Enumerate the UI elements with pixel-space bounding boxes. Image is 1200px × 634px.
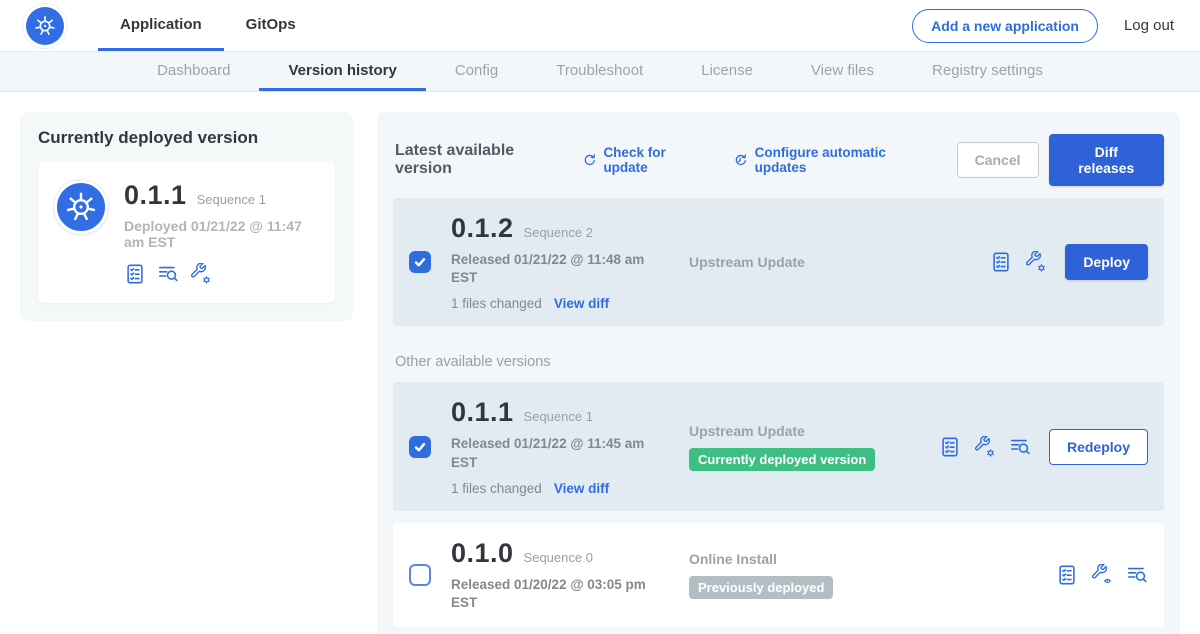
diff-releases-button[interactable]: Diff releases [1049, 134, 1164, 186]
available-versions-panel: Latest available version Check for updat… [377, 112, 1180, 634]
currently-deployed-panel: Currently deployed version 0.1.1 Sequenc… [20, 112, 353, 321]
version-row-0-1-2: 0.1.2 Sequence 2 Released 01/21/22 @ 11:… [393, 198, 1164, 326]
view-logs-magnifier-icon[interactable] [1126, 564, 1148, 586]
config-wrench-gear-icon[interactable] [1025, 251, 1047, 273]
subnav-config[interactable]: Config [426, 52, 527, 91]
view-diff-link[interactable]: View diff [554, 481, 609, 496]
clock-refresh-icon [732, 152, 748, 169]
deployed-version-card: 0.1.1 Sequence 1 Deployed 01/21/22 @ 11:… [38, 162, 335, 303]
currently-deployed-heading: Currently deployed version [38, 128, 335, 148]
version-checkbox[interactable] [409, 436, 431, 458]
preflight-checklist-icon[interactable] [939, 436, 961, 458]
version-checkbox[interactable] [409, 564, 431, 586]
refresh-circle-icon [581, 152, 597, 169]
deployed-sequence-label: Sequence 1 [197, 192, 266, 207]
version-row-0-1-1: 0.1.1 Sequence 1 Released 01/21/22 @ 11:… [393, 382, 1164, 510]
app-logo[interactable] [26, 0, 64, 51]
add-new-application-button[interactable]: Add a new application [912, 9, 1098, 43]
released-timestamp: Released 01/20/22 @ 03:05 pm EST [451, 576, 647, 612]
version-checkbox[interactable] [409, 251, 431, 273]
previously-deployed-badge: Previously deployed [689, 576, 833, 599]
deployed-version-number: 0.1.1 [124, 180, 187, 211]
subnav-registry-settings[interactable]: Registry settings [903, 52, 1072, 91]
topnav-tabs: Application GitOps [98, 0, 318, 51]
deploy-button[interactable]: Deploy [1065, 244, 1148, 280]
version-history-page: Currently deployed version 0.1.1 Sequenc… [0, 92, 1200, 634]
top-nav: Application GitOps Add a new application… [0, 0, 1200, 51]
subnav-license[interactable]: License [672, 52, 782, 91]
tab-gitops[interactable]: GitOps [224, 0, 318, 51]
preflight-checklist-icon[interactable] [124, 263, 146, 285]
logout-link[interactable]: Log out [1124, 17, 1174, 34]
version-number: 0.1.1 [451, 397, 514, 428]
version-source-label: Upstream Update [689, 423, 939, 439]
version-source-label: Upstream Update [689, 254, 939, 270]
cancel-button[interactable]: Cancel [957, 142, 1039, 178]
kubernetes-app-icon [54, 180, 108, 234]
subnav-view-files[interactable]: View files [782, 52, 903, 91]
version-number: 0.1.2 [451, 213, 514, 244]
other-available-versions-heading: Other available versions [395, 354, 1162, 370]
subnav-dashboard[interactable]: Dashboard [128, 52, 259, 91]
version-source-label: Online Install [689, 551, 939, 567]
config-wrench-gear-icon[interactable] [974, 436, 996, 458]
check-for-update-link[interactable]: Check for update [581, 145, 708, 175]
currently-deployed-badge: Currently deployed version [689, 448, 875, 471]
files-changed-label: 1 files changed [451, 296, 542, 311]
latest-available-heading: Latest available version [395, 142, 567, 178]
sequence-label: Sequence 0 [524, 550, 593, 565]
view-logs-magnifier-icon[interactable] [1009, 436, 1031, 458]
sequence-label: Sequence 1 [524, 409, 593, 424]
deployed-timestamp: Deployed 01/21/22 @ 11:47 am EST [124, 218, 319, 250]
config-wrench-eye-icon[interactable] [1091, 564, 1113, 586]
view-diff-link[interactable]: View diff [554, 296, 609, 311]
released-timestamp: Released 01/21/22 @ 11:48 am EST [451, 251, 647, 287]
kubernetes-logo-icon [26, 7, 64, 45]
view-logs-magnifier-icon[interactable] [157, 263, 179, 285]
configure-automatic-updates-link[interactable]: Configure automatic updates [732, 145, 932, 175]
preflight-checklist-icon[interactable] [990, 251, 1012, 273]
config-wrench-gear-icon[interactable] [190, 263, 212, 285]
tab-application[interactable]: Application [98, 0, 224, 51]
app-subnav: Dashboard Version history Config Trouble… [0, 51, 1200, 92]
version-number: 0.1.0 [451, 538, 514, 569]
version-row-0-1-0: 0.1.0 Sequence 0 Released 01/20/22 @ 03:… [393, 523, 1164, 627]
redeploy-button[interactable]: Redeploy [1049, 429, 1148, 465]
latest-available-header: Latest available version Check for updat… [395, 134, 1164, 186]
subnav-troubleshoot[interactable]: Troubleshoot [527, 52, 672, 91]
preflight-checklist-icon[interactable] [1056, 564, 1078, 586]
subnav-version-history[interactable]: Version history [259, 52, 425, 91]
sequence-label: Sequence 2 [524, 225, 593, 240]
released-timestamp: Released 01/21/22 @ 11:45 am EST [451, 435, 647, 471]
files-changed-label: 1 files changed [451, 481, 542, 496]
